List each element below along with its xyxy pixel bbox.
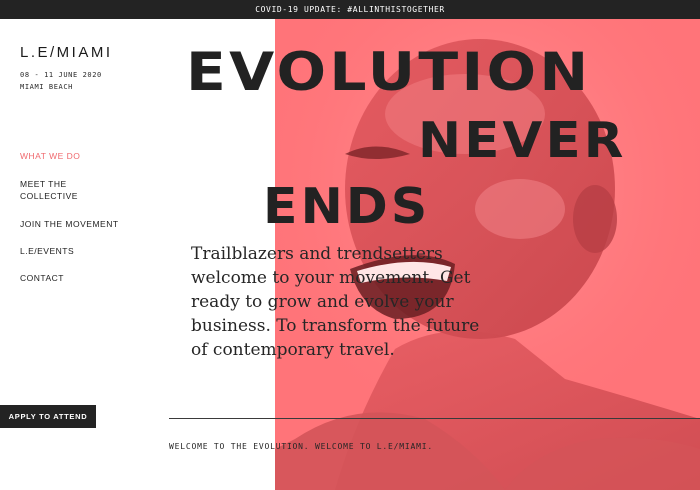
divider — [169, 418, 700, 419]
nav-item-what-we-do[interactable]: WHAT WE DO — [20, 150, 130, 162]
headline-line-1: EVOLUTION — [186, 42, 592, 103]
covid-update-banner[interactable]: COVID-19 UPDATE: #ALLINTHISTOGETHER — [0, 0, 700, 19]
intro-paragraph: Trailblazers and trendsetters welcome to… — [191, 244, 480, 360]
headline-line-3: ENDS — [263, 178, 431, 235]
welcome-tagline: WELCOME TO THE EVOLUTION. WELCOME TO L.E… — [169, 442, 433, 451]
headline-line-2: NEVER — [418, 112, 627, 169]
event-location: MIAMI BEACH — [20, 83, 73, 91]
nav-item-contact[interactable]: CONTACT — [20, 272, 130, 284]
apply-to-attend-button[interactable]: APPLY TO ATTEND — [0, 405, 96, 428]
nav-item-meet-the-collective[interactable]: MEET THE COLLECTIVE — [20, 178, 130, 202]
site-logo[interactable]: L.E/MIAMI — [20, 44, 113, 61]
nav-item-join-the-movement[interactable]: JOIN THE MOVEMENT — [20, 218, 130, 230]
nav-item-events[interactable]: L.E/EVENTS — [20, 245, 130, 257]
covid-update-text[interactable]: COVID-19 UPDATE: #ALLINTHISTOGETHER — [255, 5, 445, 14]
event-dates: 08 - 11 JUNE 2020 — [20, 71, 102, 79]
